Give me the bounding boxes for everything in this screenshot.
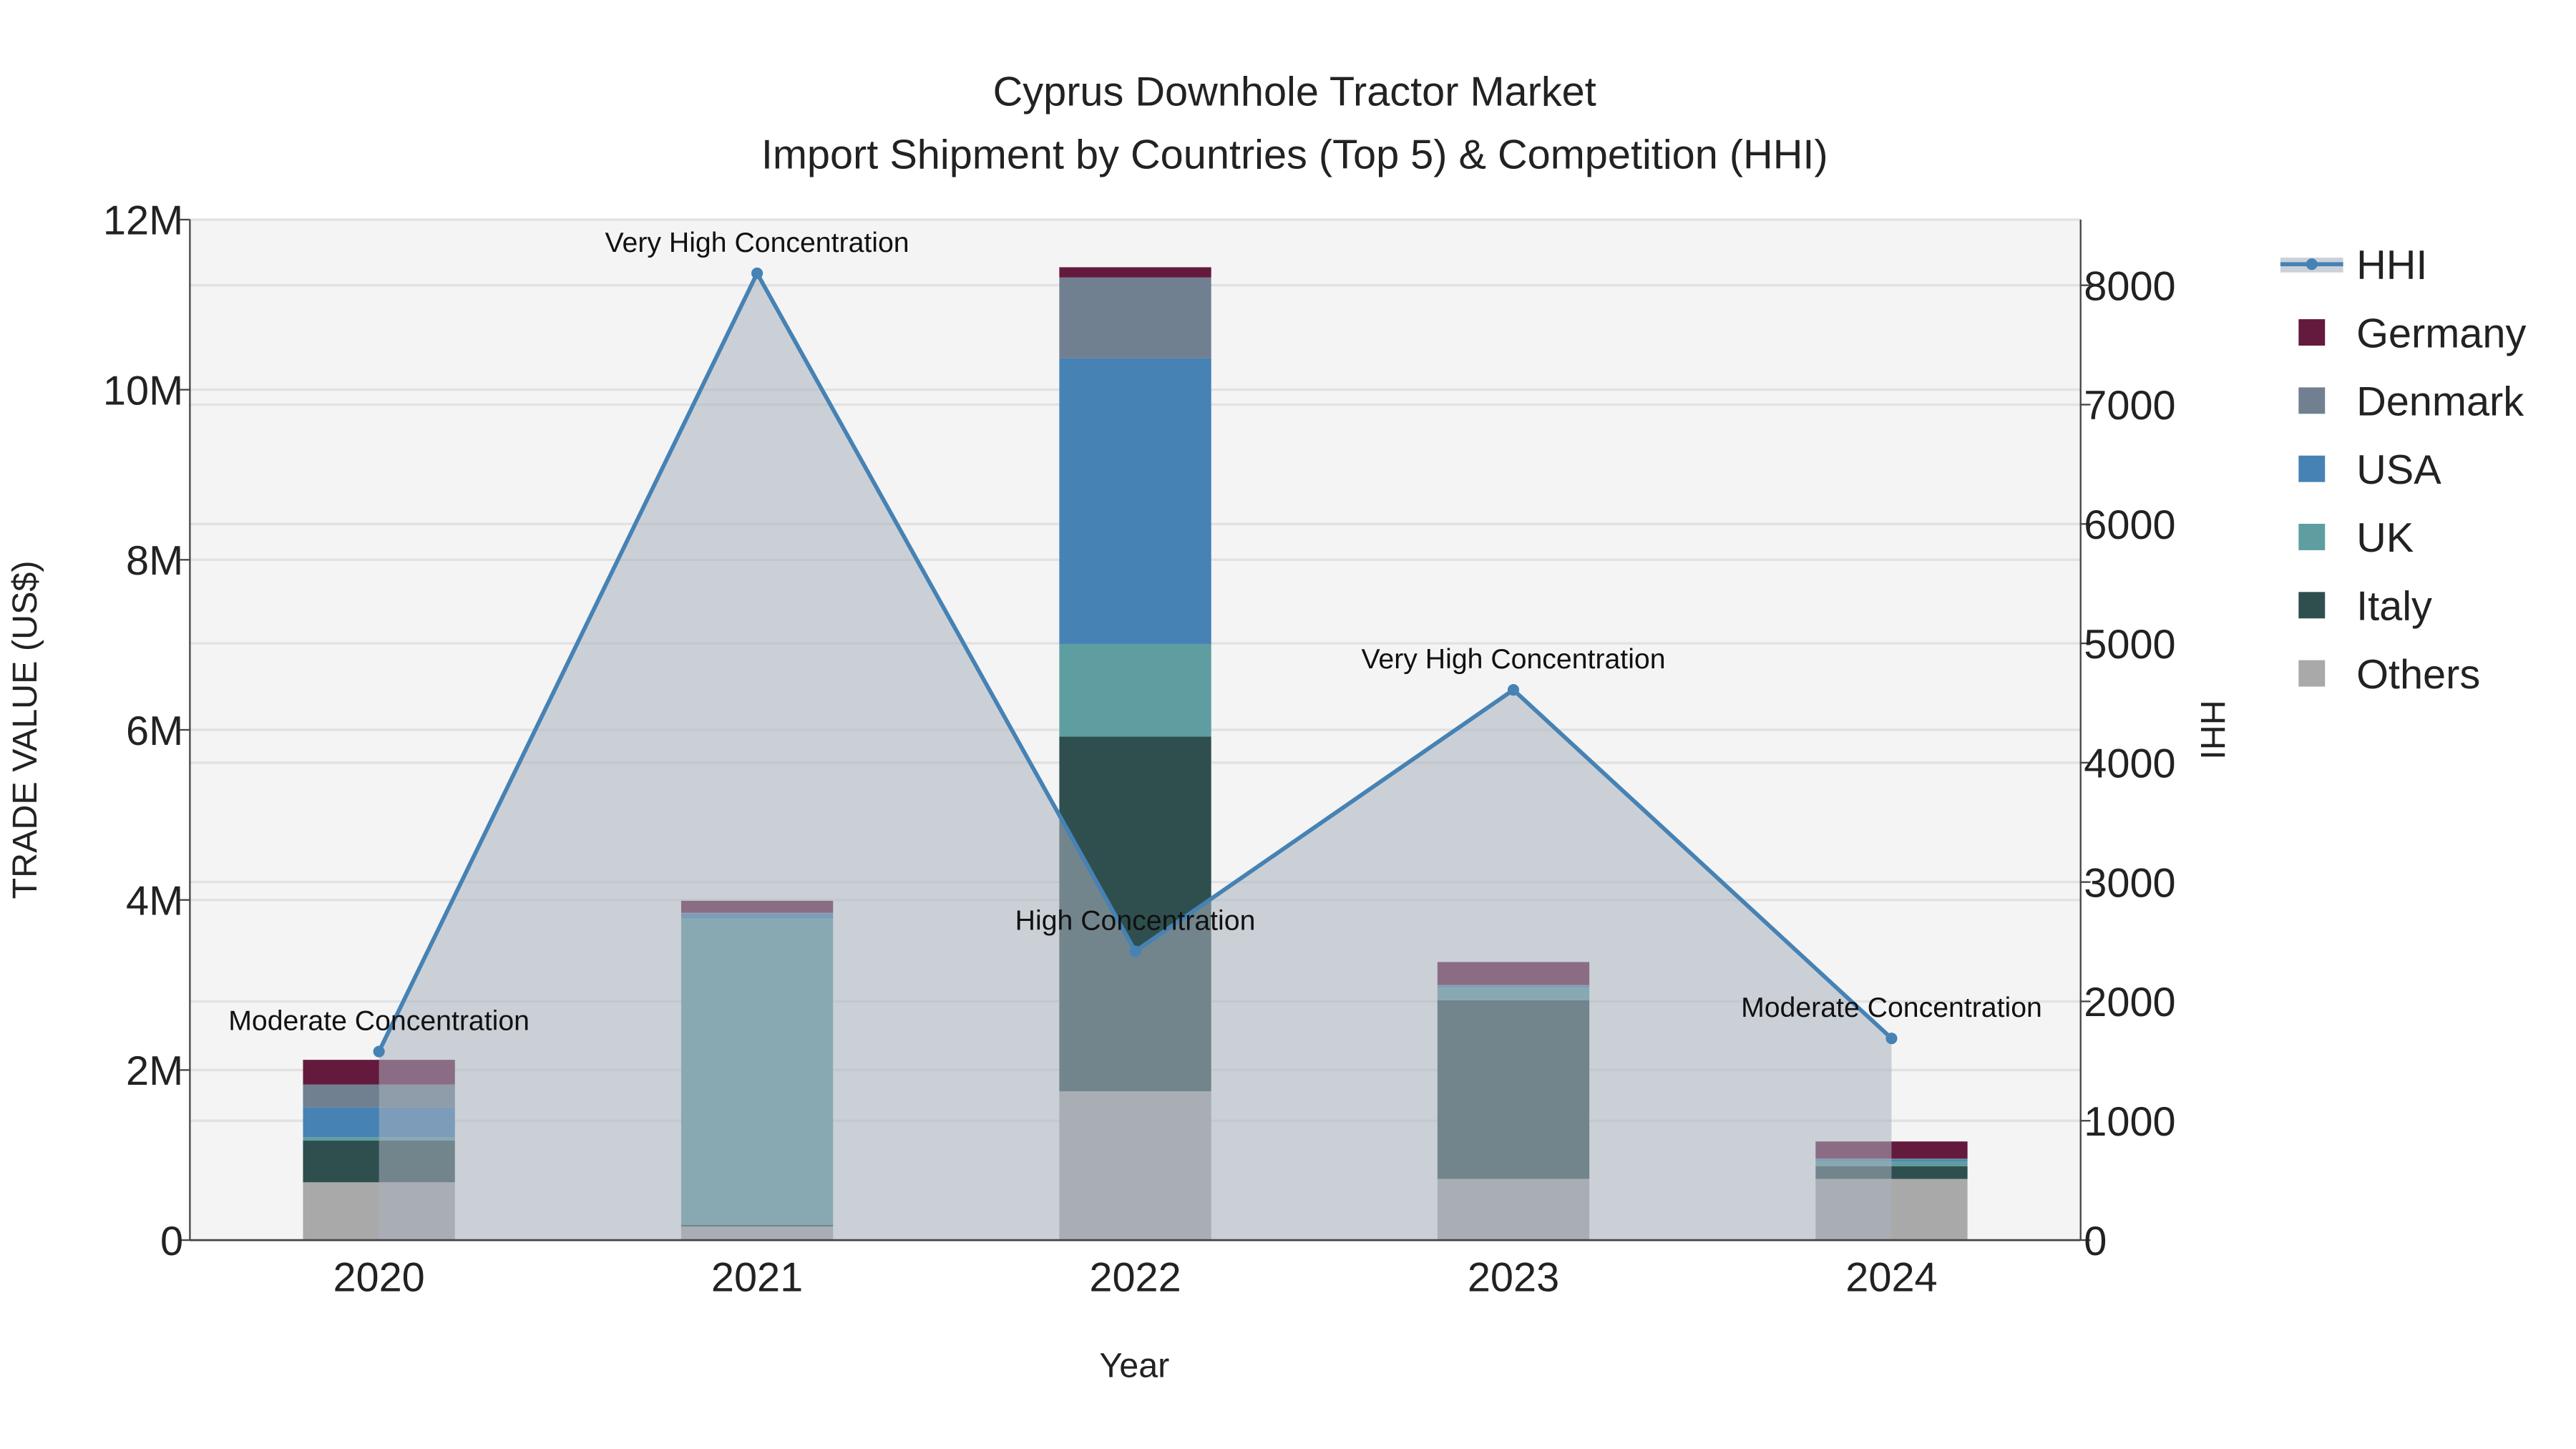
y2-tick-label: 5000 — [2084, 622, 2175, 668]
x-tick-label: 2024 — [1845, 1255, 1937, 1301]
legend-swatch-uk — [2298, 524, 2326, 550]
hhi-point — [373, 1045, 385, 1058]
y-tick-label: 0 — [160, 1219, 183, 1264]
y2-tick-label: 4000 — [2084, 741, 2175, 787]
y-tick-label: 10M — [103, 368, 183, 414]
legend-hhi-marker-icon — [2306, 258, 2318, 270]
x-tick-label: 2022 — [1089, 1255, 1181, 1301]
x-tick-label: 2021 — [711, 1255, 803, 1301]
hhi-annotation: Moderate Concentration — [1741, 992, 2042, 1023]
x-axis-label: Year — [1099, 1347, 1169, 1385]
legend-swatch-others — [2298, 660, 2326, 687]
hhi-point — [1129, 945, 1141, 957]
legend-label-others: Others — [2356, 652, 2480, 698]
hhi-point — [751, 267, 763, 280]
y-axis-label: TRADE VALUE (US$) — [6, 561, 44, 899]
legend-swatch-usa — [2298, 455, 2326, 482]
chart-subtitle: Import Shipment by Countries (Top 5) & C… — [761, 132, 1828, 177]
legend-label-italy: Italy — [2356, 584, 2432, 630]
hhi-point — [1885, 1033, 1898, 1045]
legend-swatch-germany — [2298, 319, 2326, 346]
hhi-annotation: Very High Concentration — [605, 227, 909, 258]
legend-label-uk: UK — [2356, 515, 2414, 561]
y-tick-label: 2M — [126, 1048, 183, 1094]
y2-tick-label: 6000 — [2084, 502, 2175, 548]
bar-denmark-2022 — [1059, 277, 1211, 358]
legend-swatch-italy — [2298, 592, 2326, 619]
hhi-annotation: Moderate Concentration — [228, 1005, 530, 1037]
legend-label-usa: USA — [2356, 447, 2441, 493]
y-tick-label: 12M — [103, 198, 183, 244]
chart-title: Cyprus Downhole Tractor Market — [993, 69, 1596, 115]
y2-tick-label: 7000 — [2084, 383, 2175, 429]
x-tick-label: 2020 — [333, 1255, 424, 1301]
y2-axis-label: HHI — [2193, 700, 2232, 759]
legend-label-hhi: HHI — [2356, 243, 2427, 288]
hhi-point — [1507, 684, 1520, 696]
legend-swatch-denmark — [2298, 387, 2326, 414]
y2-tick-label: 0 — [2084, 1219, 2107, 1264]
bar-uk-2022 — [1059, 643, 1211, 737]
y2-tick-label: 2000 — [2084, 980, 2175, 1025]
y2-tick-label: 1000 — [2084, 1099, 2175, 1145]
y-tick-label: 8M — [126, 538, 183, 584]
y-tick-label: 6M — [126, 708, 183, 754]
y2-tick-label: 3000 — [2084, 860, 2175, 906]
y-tick-label: 4M — [126, 878, 183, 924]
legend-label-germany: Germany — [2356, 311, 2526, 356]
legend: HHI Germany Denmark USA UK Italy Others — [2280, 243, 2526, 698]
bar-germany-2022 — [1059, 267, 1211, 278]
hhi-annotation: High Concentration — [1015, 904, 1256, 936]
x-tick-label: 2023 — [1468, 1255, 1559, 1301]
hhi-annotation: Very High Concentration — [1361, 643, 1665, 675]
legend-label-denmark: Denmark — [2356, 379, 2524, 425]
chart: Cyprus Downhole Tractor Market Import Sh… — [6, 69, 2527, 1385]
bar-usa-2022 — [1059, 358, 1211, 644]
y2-tick-label: 8000 — [2084, 263, 2175, 309]
